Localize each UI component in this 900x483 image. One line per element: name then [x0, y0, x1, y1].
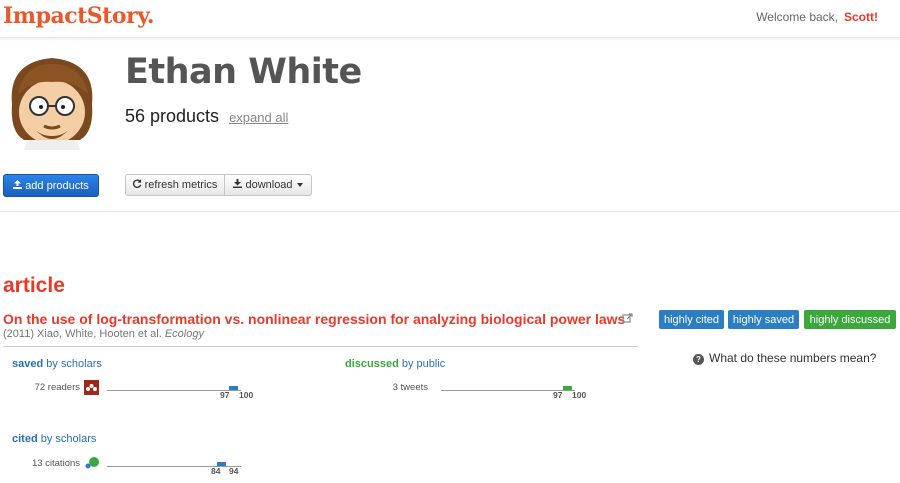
badge-highly-cited[interactable]: highly cited	[659, 310, 724, 329]
download-icon	[233, 179, 243, 191]
saved-heading-key: saved	[12, 358, 44, 370]
saved-pct-high: 100	[239, 390, 254, 400]
cited-heading-key: cited	[12, 433, 38, 445]
add-products-button[interactable]: add products	[3, 174, 99, 197]
discussed-heading-key: discussed	[345, 358, 399, 370]
cited-heading: cited by scholars	[12, 433, 96, 445]
cited-pct-high: 94	[229, 466, 239, 476]
citations-source-icon	[84, 456, 100, 470]
welcome-message: Welcome back, Scott!	[756, 10, 878, 24]
discussed-heading: discussed by public	[345, 358, 445, 370]
help-label: What do these numbers mean?	[709, 351, 877, 365]
cited-percentile-track	[107, 466, 241, 467]
metrics-help-link[interactable]: ? What do these numbers mean?	[693, 351, 876, 365]
top-bar: ImpactStory. Welcome back, Scott!	[0, 0, 900, 38]
add-products-label: add products	[25, 179, 89, 192]
discussed-pct-low: 97	[553, 390, 563, 400]
cited-pct-low: 84	[211, 466, 221, 476]
saved-heading-rest: by scholars	[43, 358, 102, 370]
badge-highly-saved[interactable]: highly saved	[728, 310, 799, 329]
chevron-down-icon	[296, 183, 303, 187]
article-divider	[3, 346, 638, 347]
download-label: download	[245, 179, 293, 191]
expand-all-link[interactable]: expand all	[229, 110, 288, 125]
welcome-text: Welcome back,	[756, 10, 838, 24]
discussed-pct-high: 100	[572, 390, 587, 400]
saved-pct-low: 97	[220, 390, 230, 400]
products-summary: 56 products expand all	[125, 106, 288, 127]
external-link-icon[interactable]	[622, 313, 633, 324]
upload-icon	[13, 179, 23, 192]
saved-metric-label[interactable]: 72 readers	[20, 382, 80, 393]
refresh-metrics-label: refresh metrics	[144, 179, 218, 191]
avatar	[4, 54, 100, 150]
article-authors: (2011) Xiao, White, Hooten et al.	[3, 328, 162, 340]
header-divider	[0, 211, 900, 212]
mendeley-icon	[84, 380, 99, 395]
saved-percentile-mark	[229, 386, 239, 390]
user-link[interactable]: Scott!	[844, 10, 878, 24]
article-meta: (2011) Xiao, White, Hooten et al. Ecolog…	[3, 328, 204, 340]
refresh-metrics-button[interactable]: refresh metrics	[125, 174, 225, 196]
profile-name: Ethan White	[125, 52, 362, 92]
section-title: article	[3, 274, 65, 297]
logo[interactable]: ImpactStory.	[3, 3, 155, 29]
discussed-percentile-mark	[563, 386, 573, 390]
badge-highly-discussed[interactable]: highly discussed	[804, 310, 896, 329]
article-journal: Ecology	[164, 328, 204, 340]
download-button[interactable]: download	[224, 174, 312, 196]
cited-heading-rest: by scholars	[37, 433, 97, 445]
refresh-icon	[132, 179, 142, 191]
discussed-metric-label[interactable]: 3 tweets	[368, 382, 428, 393]
products-count: 56 products	[125, 106, 220, 126]
discussed-heading-rest: by public	[398, 358, 446, 370]
saved-heading: saved by scholars	[12, 358, 102, 370]
article-title[interactable]: On the use of log-transformation vs. non…	[3, 311, 625, 327]
cited-metric-label[interactable]: 13 citations	[20, 458, 80, 469]
question-icon: ?	[693, 354, 704, 365]
